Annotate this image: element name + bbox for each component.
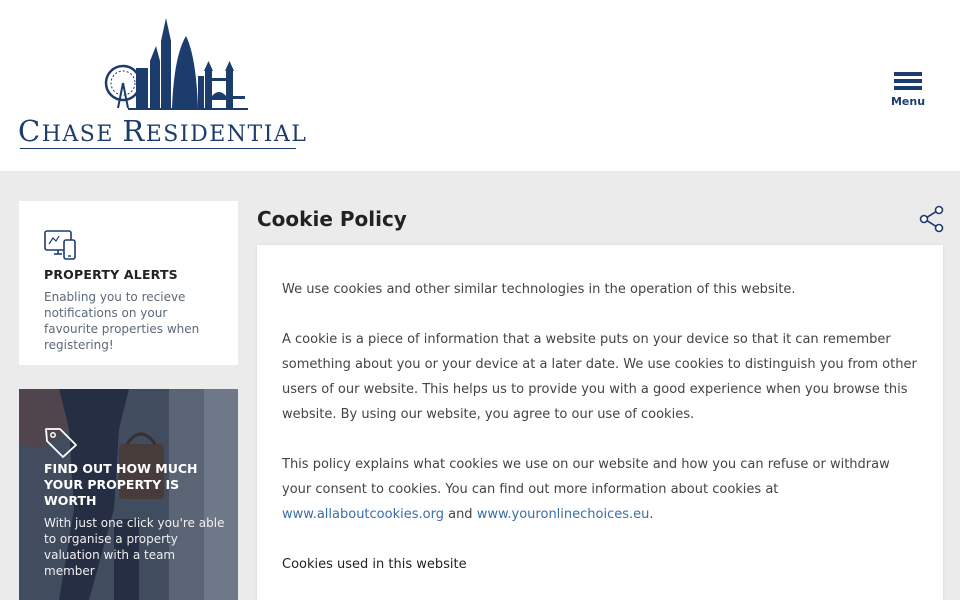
paragraph-cookie-definition: A cookie is a piece of information that …	[282, 332, 917, 422]
hamburger-icon	[894, 72, 922, 93]
logo-underline	[20, 148, 296, 149]
property-alerts-title: PROPERTY ALERTS	[44, 267, 178, 282]
paragraph-policy-explanation: This policy explains what cookies we use…	[282, 452, 922, 527]
paragraph-policy-text: This policy explains what cookies we use…	[282, 457, 890, 497]
youronlinechoices-link[interactable]: www.youronlinechoices.eu	[477, 507, 650, 522]
page-title: Cookie Policy	[257, 207, 407, 231]
logo-wordmark: CHASE RESIDENTIAL	[18, 114, 320, 148]
logo-letter-r: R	[122, 114, 146, 148]
paragraph-period: .	[649, 507, 654, 522]
logo-letter-c: C	[18, 114, 42, 148]
valuation-description: With just one click you're able to organ…	[44, 516, 225, 578]
valuation-card[interactable]: FIND OUT HOW MUCH YOUR PROPERTY IS WORTH…	[19, 389, 238, 600]
allaboutcookies-link[interactable]: www.allaboutcookies.org	[282, 507, 444, 522]
devices-icon	[44, 230, 76, 260]
tag-icon	[45, 428, 77, 458]
share-button[interactable]	[918, 205, 946, 233]
cookie-policy-content: We use cookies and other similar technol…	[257, 245, 943, 600]
logo-word-residential: ESIDENTIAL	[145, 122, 308, 147]
property-alerts-card[interactable]: PROPERTY ALERTS Enabling you to recieve …	[19, 201, 238, 365]
london-skyline-icon	[104, 18, 248, 110]
paragraph-intro: We use cookies and other similar technol…	[282, 282, 796, 297]
logo-word-chase: HASE	[41, 122, 123, 147]
paragraph-and-text: and	[443, 507, 477, 522]
valuation-title: FIND OUT HOW MUCH YOUR PROPERTY IS WORTH	[44, 461, 198, 508]
site-header: CHASE RESIDENTIAL Menu	[0, 0, 960, 171]
menu-button[interactable]: Menu	[886, 70, 930, 110]
property-alerts-description: Enabling you to recieve notifications on…	[44, 290, 200, 352]
cookies-used-heading: Cookies used in this website	[282, 557, 467, 572]
menu-label: Menu	[890, 95, 926, 108]
share-icon	[919, 205, 944, 233]
chase-residential-logo[interactable]: CHASE RESIDENTIAL	[18, 16, 320, 152]
